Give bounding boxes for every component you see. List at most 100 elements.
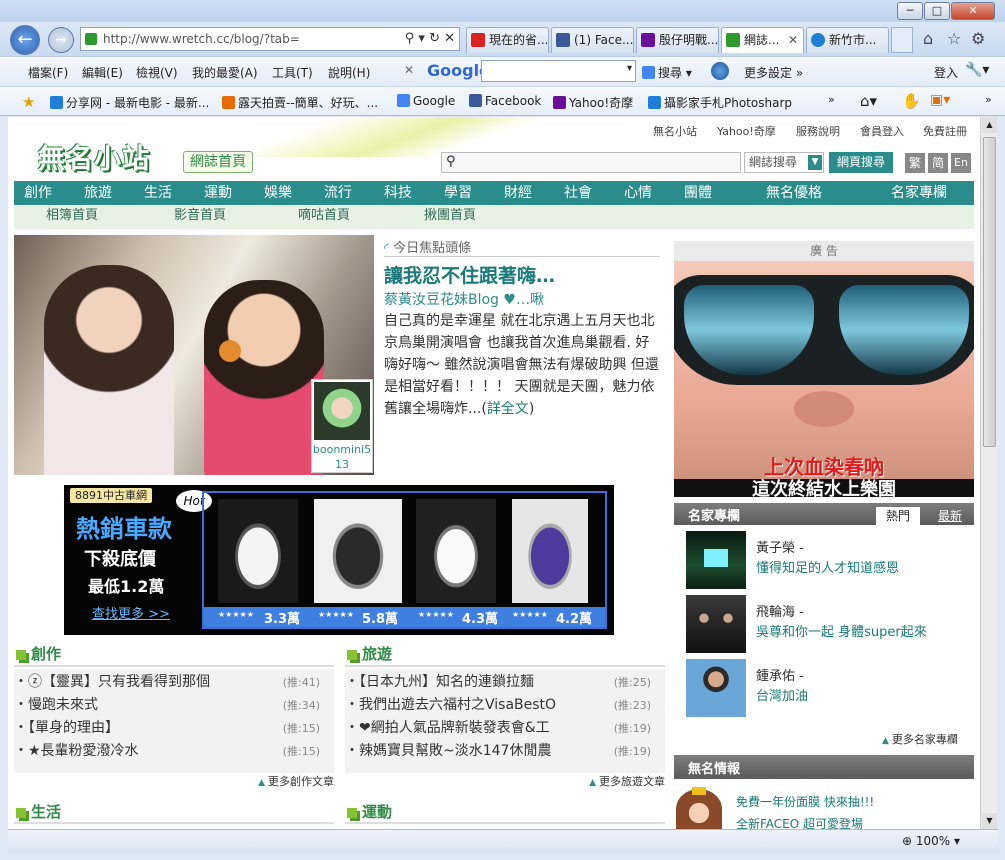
subnav-digu[interactable]: 嘀咕首頁: [298, 205, 350, 227]
menu-favorites[interactable]: 我的最愛(A): [192, 64, 258, 81]
tab-3[interactable]: 殷仔明戰...: [636, 27, 719, 53]
favorites-star-icon[interactable]: ☆: [947, 29, 961, 48]
minimize-button[interactable]: ─: [897, 2, 923, 20]
toplink-yahoo[interactable]: Yahoo!奇摩: [717, 123, 776, 139]
nav-travel[interactable]: 旅遊: [74, 181, 122, 205]
chevron-more-icon-2[interactable]: »: [985, 93, 992, 106]
close-window-button[interactable]: ✕: [951, 2, 995, 20]
columnist-avatar-2[interactable]: [686, 595, 746, 653]
wrench-icon[interactable]: 🔧▾: [965, 62, 989, 78]
nav-finance[interactable]: 財經: [494, 181, 542, 205]
search-refresh-close-icon[interactable]: ⚲ ▾ ↻ ✕: [405, 28, 455, 50]
lang-traditional[interactable]: 繁: [905, 153, 925, 173]
lang-english[interactable]: En: [951, 153, 971, 173]
tab-2[interactable]: (1) Face...: [551, 27, 634, 53]
favorite-link-2[interactable]: 露天拍賣--簡單、好玩、...: [222, 94, 378, 111]
web-search-button[interactable]: 網頁搜尋: [829, 152, 893, 173]
columnist-desc-2[interactable]: 吳尊和你一起 身體super起來: [756, 621, 927, 640]
lang-simplified[interactable]: 简: [928, 153, 948, 173]
nav-fashion[interactable]: 流行: [314, 181, 362, 205]
new-tab-button[interactable]: [891, 27, 913, 53]
more-travel-link[interactable]: 更多旅遊文章: [589, 773, 665, 789]
columnist-name-2[interactable]: 飛輪海 -: [756, 601, 804, 620]
read-more-link[interactable]: 詳全文: [487, 401, 529, 417]
tab-1[interactable]: 現在的省...: [466, 27, 549, 53]
nav-mood[interactable]: 心情: [614, 181, 662, 205]
thumb-username[interactable]: boonmini513: [312, 442, 372, 472]
info-link-2[interactable]: 全新FACEO 超可愛登場: [736, 815, 863, 829]
columnist-desc-1[interactable]: 懂得知足的人才知道感恩: [756, 557, 899, 576]
menu-tools[interactable]: 工具(T): [272, 64, 313, 81]
scroll-up-icon[interactable]: ▲: [982, 117, 997, 133]
subnav-group[interactable]: 揪團首頁: [424, 205, 476, 227]
menu-help[interactable]: 說明(H): [328, 64, 370, 81]
list-item[interactable]: ・我們出遊去六福村之VisaBestO (推:23): [345, 694, 665, 717]
subnav-album[interactable]: 相簿首頁: [46, 205, 98, 227]
nav-entertainment[interactable]: 娛樂: [254, 181, 302, 205]
subnav-video[interactable]: 影音首頁: [174, 205, 226, 227]
columnist-desc-3[interactable]: 台灣加油: [756, 685, 808, 704]
menu-edit[interactable]: 編輯(E): [82, 64, 123, 81]
close-tab-icon[interactable]: ✕: [788, 28, 798, 52]
banner-cta[interactable]: 查找更多 >>: [92, 603, 170, 622]
favorite-link-photosharp[interactable]: 攝影家手札Photosharp: [648, 94, 792, 111]
headline-title[interactable]: 讓我忍不住跟著嗨…: [384, 261, 555, 288]
section-title-travel[interactable]: 旅遊: [347, 643, 392, 664]
site-search-input[interactable]: ⚲: [441, 152, 741, 173]
login-button[interactable]: 登入: [934, 64, 958, 81]
nav-sports[interactable]: 運動: [194, 181, 242, 205]
google-search-button[interactable]: 搜尋 ▾: [642, 64, 692, 81]
blog-home-badge[interactable]: 網誌首頁: [183, 151, 253, 173]
list-item[interactable]: ・慢跑未來式 (推:34): [14, 694, 334, 717]
search-type-select[interactable]: 網誌搜尋 ▼: [744, 152, 824, 173]
forward-button[interactable]: →: [48, 27, 74, 53]
more-creation-link[interactable]: 更多創作文章: [258, 773, 334, 789]
scroll-thumb[interactable]: [983, 137, 996, 447]
home-icon[interactable]: ⌂: [923, 29, 933, 48]
info-link-1[interactable]: 免費一年份面膜 快來抽!!!: [736, 793, 874, 810]
nav-columnists[interactable]: 名家專欄: [869, 181, 969, 205]
tab-hot[interactable]: 熱門: [876, 507, 920, 525]
nav-society[interactable]: 社會: [554, 181, 602, 205]
tab-latest[interactable]: 最新: [928, 507, 972, 525]
scroll-down-icon[interactable]: ▼: [982, 813, 997, 829]
section-title-sports[interactable]: 運動: [347, 801, 392, 822]
columnist-name-1[interactable]: 黃子榮 -: [756, 537, 804, 556]
favorites-star-icon[interactable]: ★: [22, 93, 35, 111]
nav-life[interactable]: 生活: [134, 181, 182, 205]
favorite-link-1[interactable]: 分享网 - 最新电影 - 最新...: [50, 94, 209, 111]
ad-banner[interactable]: 上次血染春吶 這次終結水上樂園: [674, 261, 974, 497]
address-bar[interactable]: http://www.wretch.cc/blog/?tab= ⚲ ▾ ↻ ✕: [80, 27, 460, 51]
columnist-name-3[interactable]: 鍾承佑 -: [756, 665, 804, 684]
tab-4-active[interactable]: 網誌... ✕: [721, 27, 804, 53]
section-title-life[interactable]: 生活: [16, 801, 61, 822]
headline-blog-name[interactable]: 蔡黃汝豆花妹Blog ♥…啾: [384, 289, 544, 309]
globe-icon[interactable]: [711, 62, 729, 80]
menu-file[interactable]: 檔案(F): [28, 64, 68, 81]
dropdown-arrow-icon[interactable]: ▾: [627, 63, 632, 74]
hand-icon[interactable]: ✋: [902, 92, 921, 110]
google-search-input[interactable]: ▾: [481, 60, 636, 82]
favorite-link-facebook[interactable]: Facebook: [469, 94, 541, 108]
toplink-register[interactable]: 免費註冊: [923, 123, 967, 139]
nav-tech[interactable]: 科技: [374, 181, 422, 205]
nav-wretch-yogurt[interactable]: 無名優格: [744, 181, 844, 205]
menu-view[interactable]: 檢視(V): [136, 64, 178, 81]
maximize-button[interactable]: □: [924, 2, 950, 20]
favorite-link-google[interactable]: Google: [397, 94, 455, 108]
toplink-wretch[interactable]: 無名小站: [653, 123, 697, 139]
vertical-scrollbar[interactable]: ▲ ▼: [980, 117, 997, 829]
chevron-more-icon[interactable]: »: [828, 93, 835, 106]
favorite-link-yahoo[interactable]: Yahoo!奇摩: [553, 94, 633, 111]
columnist-avatar-3[interactable]: [686, 659, 746, 717]
zoom-control[interactable]: ⊕ 100% ▾: [902, 834, 960, 848]
close-toolbar-icon[interactable]: ✕: [404, 63, 414, 77]
car-ad-banner[interactable]: 8891中古車網 熱銷車款 下殺底價 最低1.2萬 查找更多 >> Hot ★★…: [64, 485, 614, 635]
list-item[interactable]: ・❤網拍人氣品牌新裝發表會&工 (推:19): [345, 717, 665, 740]
gear-icon[interactable]: ⚙: [971, 29, 985, 48]
back-button[interactable]: ←: [10, 25, 40, 55]
list-item[interactable]: ・【單身的理由】 (推:15): [14, 717, 334, 740]
columnist-avatar-1[interactable]: [686, 531, 746, 589]
toplink-login[interactable]: 會員登入: [860, 123, 904, 139]
rss-icon[interactable]: ▣▾: [930, 92, 950, 108]
